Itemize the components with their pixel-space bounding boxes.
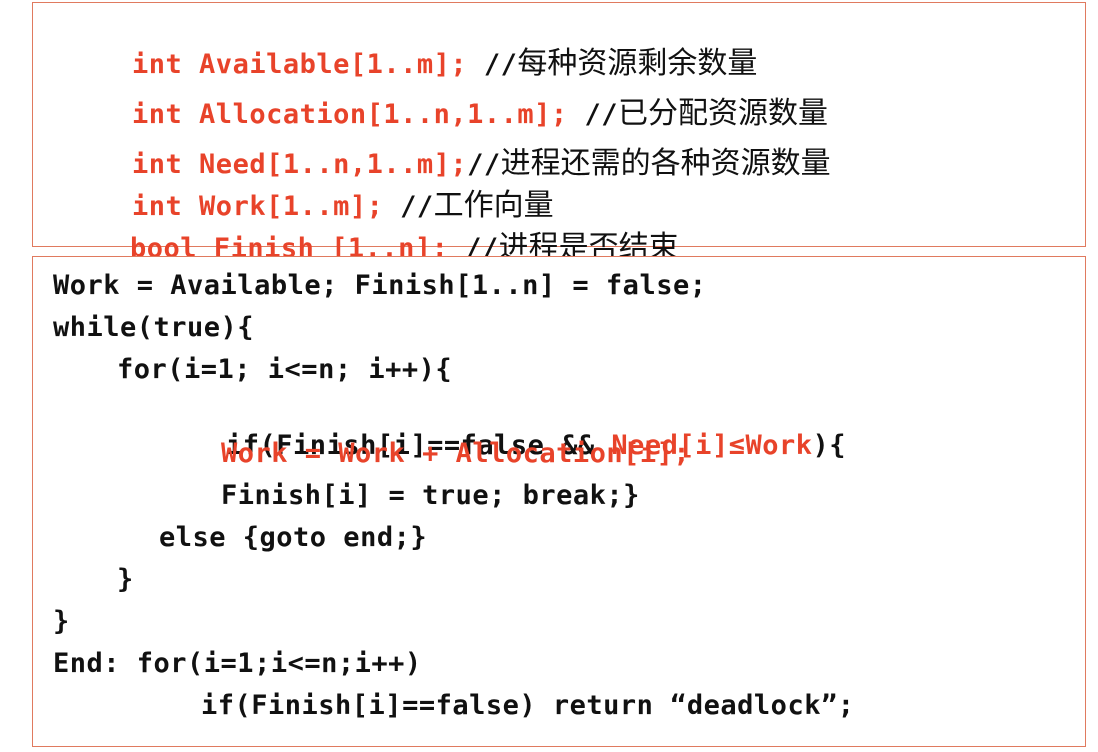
declarations-box: int Available[1..m]; //每种资源剩余数量 int Allo… [32, 2, 1086, 265]
code-line: if(Finish[i]==false) return “deadlock”; [201, 690, 855, 721]
code-line: } [53, 606, 70, 637]
code-fragment: ){ [812, 430, 846, 461]
code-line: for(i=1; i<=n; i++){ [117, 354, 453, 385]
code-line: Finish[i] = true; break;} [221, 480, 640, 511]
code-line: End: for(i=1;i<=n;i++) [53, 648, 422, 679]
code-line-highlight: Work = Work + Allocation[i]; [221, 438, 691, 469]
algorithm-box: Work = Available; Finish[1..n] = false; … [32, 256, 1086, 747]
code-line: } [117, 564, 134, 595]
code-line: else {goto end;} [159, 522, 428, 553]
code-line: Work = Available; Finish[1..n] = false; [53, 270, 707, 301]
code-line: while(true){ [53, 312, 255, 343]
